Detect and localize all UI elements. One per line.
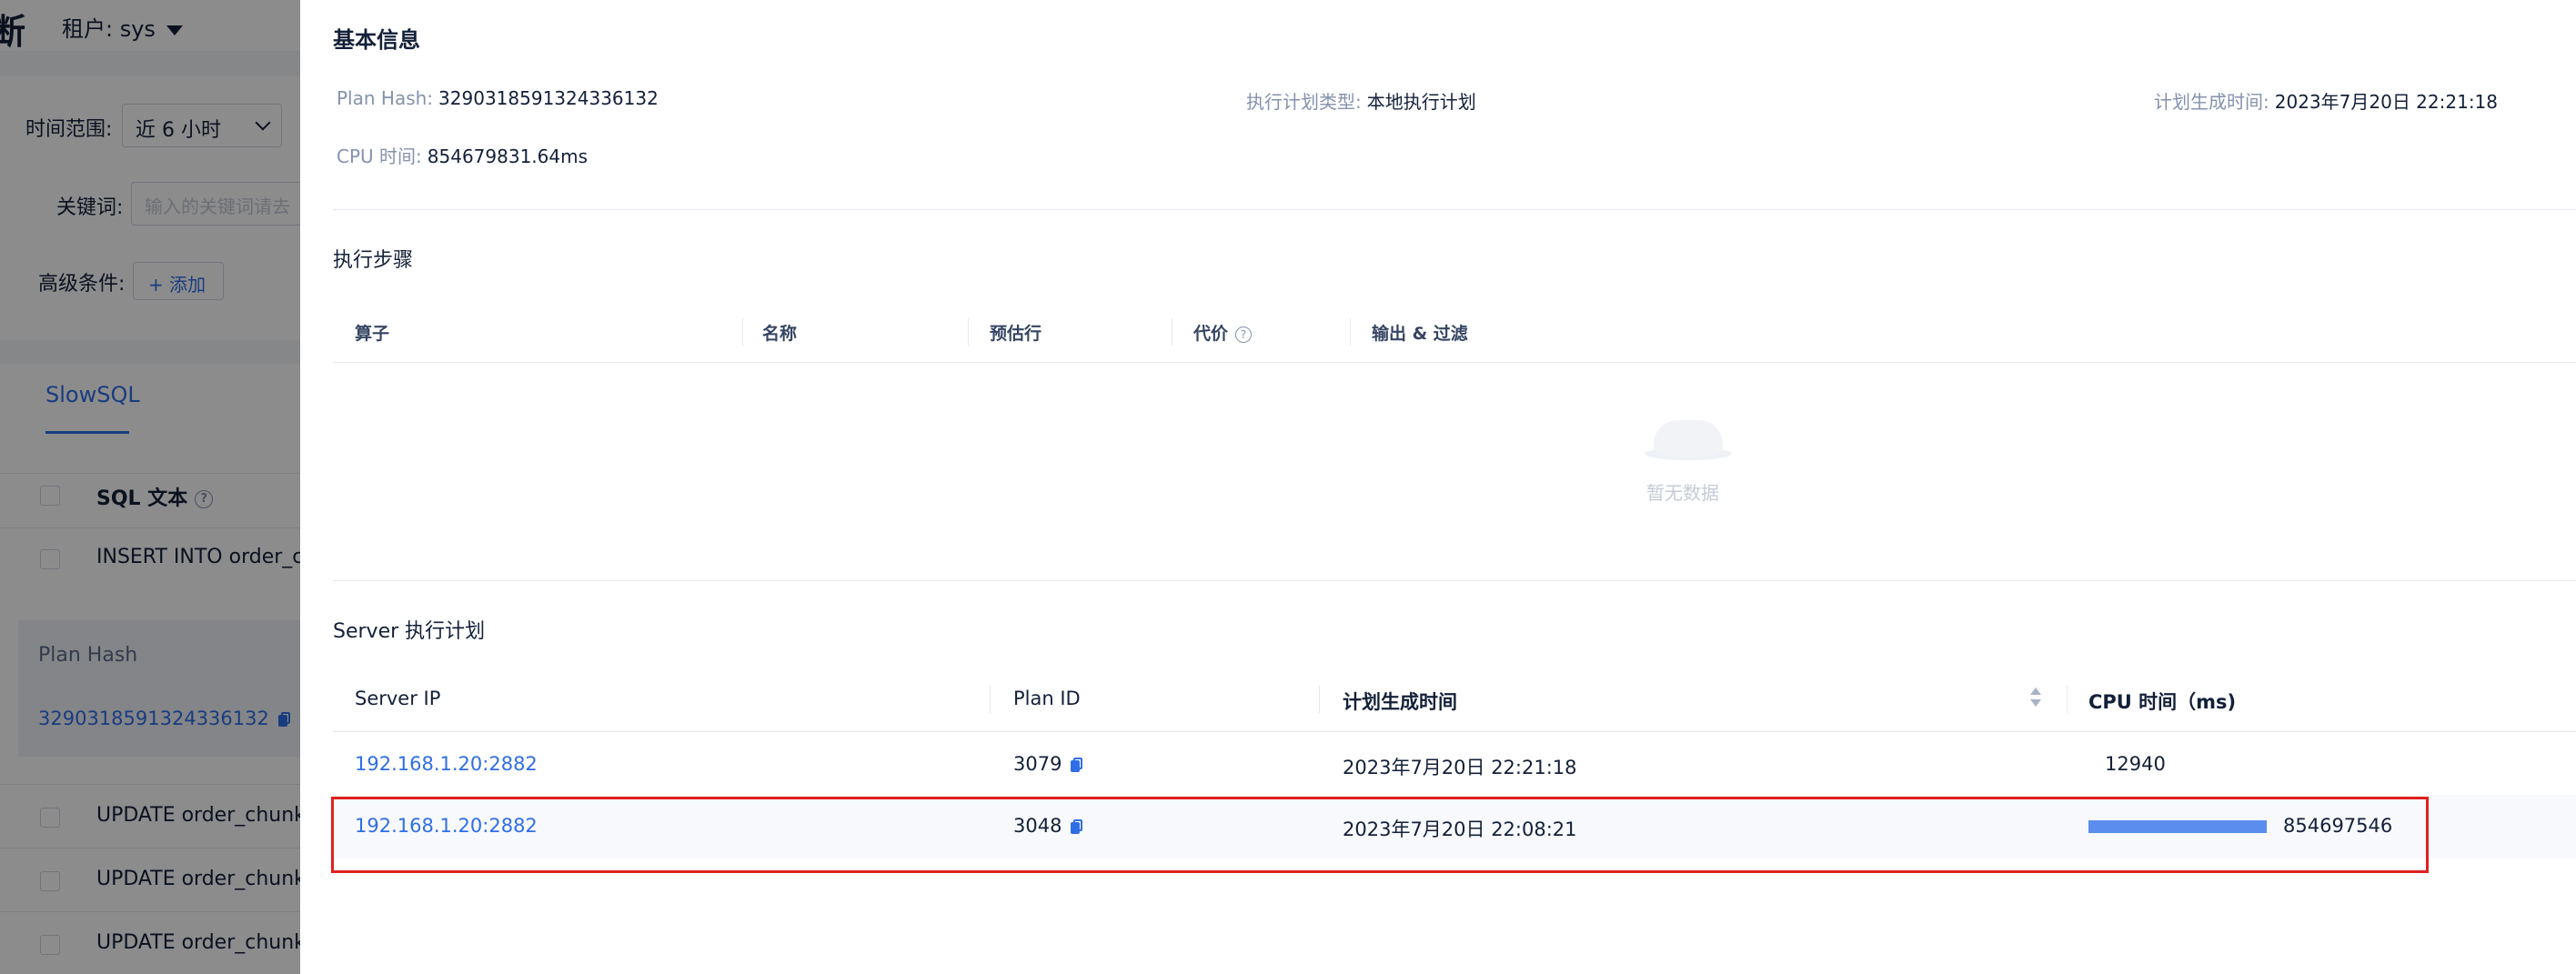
- basic-info-title: 基本信息: [333, 27, 420, 53]
- exec-steps-title: 执行步骤: [333, 249, 414, 272]
- plan-gen-time-field: 计划生成时间: 2023年7月20日 22:21:18: [2154, 91, 2499, 113]
- col-cost: 代价?: [1193, 320, 1253, 345]
- highlight-box: [331, 797, 2429, 873]
- plan-time-cell: 2023年7月20日 22:21:18: [1343, 757, 1577, 778]
- server-ip-link[interactable]: 192.168.1.20:2882: [355, 753, 538, 775]
- column-separator: [968, 318, 969, 346]
- column-separator: [1319, 686, 1320, 713]
- plan-type-field: 执行计划类型: 本地执行计划: [1246, 91, 1476, 113]
- col-est-rows: 预估行: [990, 324, 1042, 344]
- col-cpu-time: CPU 时间（ms): [2088, 691, 2237, 713]
- empty-state-icon: [1645, 407, 1732, 462]
- empty-text: 暂无数据: [1646, 482, 1719, 504]
- column-separator: [2067, 686, 2068, 713]
- server-plan-title: Server 执行计划: [333, 620, 486, 643]
- divider: [333, 580, 2576, 581]
- col-operator: 算子: [355, 324, 390, 344]
- col-output-filter: 输出 & 过滤: [1372, 324, 1468, 344]
- cpu-time-field: CPU 时间: 854679831.64ms: [337, 146, 588, 167]
- copy-icon[interactable]: [1071, 758, 1083, 772]
- column-separator: [742, 318, 743, 346]
- column-separator: [1350, 318, 1351, 346]
- col-plan-gen-time[interactable]: 计划生成时间: [1343, 688, 1457, 715]
- cpu-time-cell: 12940: [2105, 753, 2166, 775]
- col-server-ip: Server IP: [355, 688, 441, 709]
- plan-detail-drawer: 基本信息 Plan Hash: 3290318591324336132 执行计划类…: [300, 0, 2576, 974]
- plan-id-cell: 3079: [1013, 753, 1083, 775]
- plan-hash-field: Plan Hash: 3290318591324336132: [337, 87, 659, 109]
- col-name: 名称: [762, 324, 798, 344]
- drawer-mask[interactable]: [0, 0, 300, 974]
- column-separator: [990, 686, 991, 713]
- help-icon[interactable]: ?: [1235, 326, 1253, 343]
- col-plan-id: Plan ID: [1013, 688, 1081, 709]
- sort-icon[interactable]: [2030, 688, 2041, 711]
- divider: [333, 209, 2576, 210]
